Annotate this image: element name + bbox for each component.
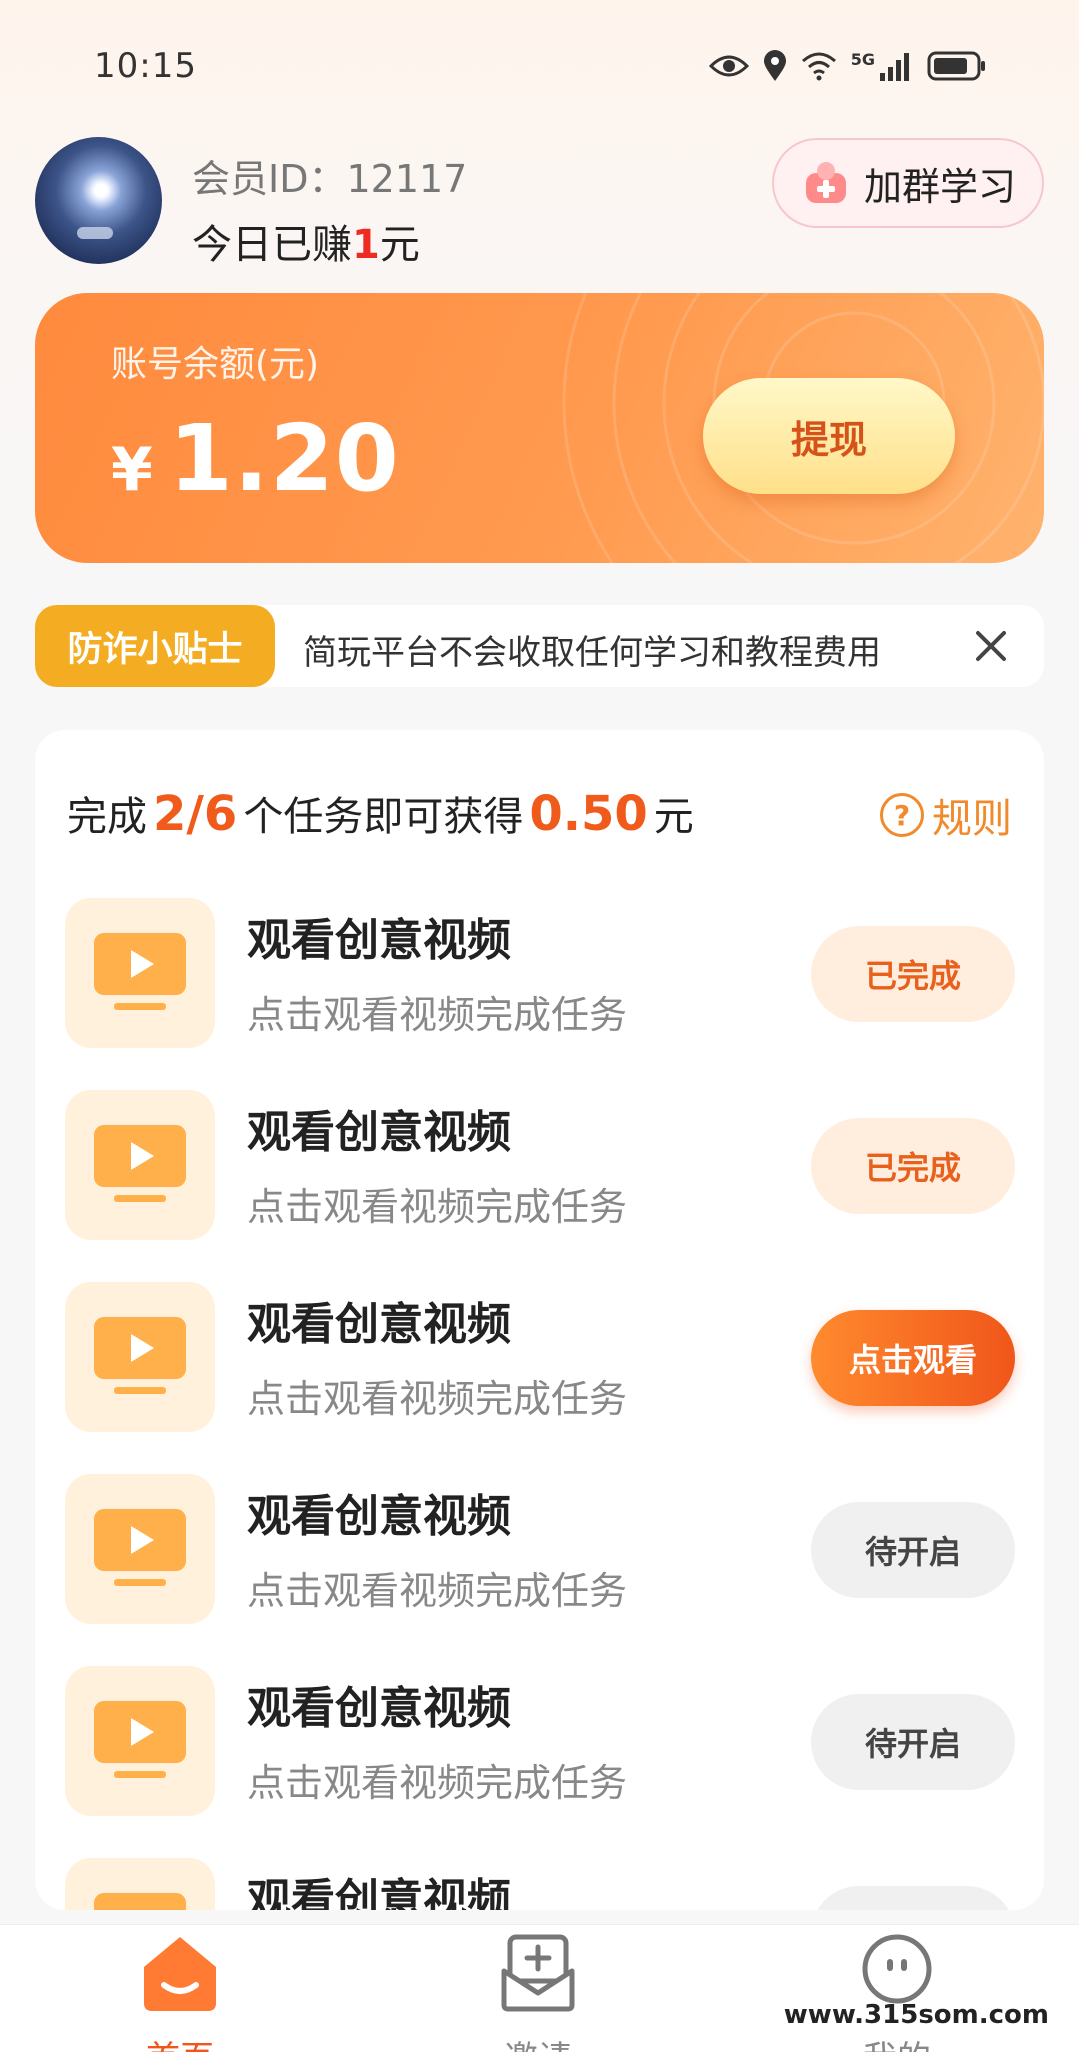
task-desc: 点击观看视频完成任务 [247, 1761, 628, 1805]
tip-tag: 防诈小贴士 [35, 605, 275, 687]
video-icon [65, 898, 215, 1048]
nav-item-home[interactable]: 首页 [80, 1933, 280, 2052]
nav-item-mine[interactable]: 我的 [797, 1933, 997, 2052]
task-desc: 点击观看视频完成任务 [247, 1569, 628, 1613]
balance-card: 账号余额(元) ¥ 1.20 提现 [35, 293, 1044, 563]
balance-label: 账号余额(元) [111, 344, 320, 385]
rules-label: 规则 [932, 796, 1012, 842]
task-title: 观看创意视频 [247, 1491, 511, 1542]
close-icon[interactable] [972, 627, 1010, 665]
task-reward: 0.50 [529, 786, 648, 842]
video-icon [65, 1090, 215, 1240]
member-id: 会员ID：12117 [192, 157, 468, 201]
video-icon [65, 1858, 215, 1910]
anti-fraud-tip: 防诈小贴士 简玩平台不会收取任何学习和教程费用 [35, 605, 1044, 687]
video-icon [65, 1666, 215, 1816]
nav-label-invite: 邀请 [438, 2031, 638, 2052]
task-desc: 点击观看视频完成任务 [247, 993, 628, 1037]
task-row: 观看创意视频 点击观看视频完成任务 待开启 [65, 1474, 1015, 1624]
task-desc: 点击观看视频完成任务 [247, 1185, 628, 1229]
task-row: 观看创意视频 点击观看视频完成任务 点击观看 [65, 1282, 1015, 1432]
cellular-signal-icon [879, 51, 913, 81]
join-group-label: 加群学习 [864, 164, 1017, 209]
invite-icon [500, 1933, 576, 2017]
rules-button[interactable]: ? 规则 [880, 786, 1012, 844]
task-title: 观看创意视频 [247, 1107, 511, 1158]
task-status-button[interactable]: 待开启 [811, 1694, 1015, 1790]
battery-icon [927, 51, 987, 81]
task-title: 观看创意视频 [247, 1875, 511, 1910]
withdraw-button[interactable]: 提现 [703, 378, 955, 494]
task-title: 观看创意视频 [247, 1299, 511, 1350]
wifi-icon [801, 51, 837, 81]
task-progress: 2/6 [153, 786, 238, 842]
home-icon [138, 1933, 222, 2017]
task-row: 观看创意视频 点击观看视频完成任务 已完成 [65, 898, 1015, 1048]
watch-button[interactable]: 点击观看 [811, 1310, 1015, 1406]
currency-symbol: ¥ [111, 435, 153, 505]
nav-item-invite[interactable]: 邀请 [438, 1933, 638, 2052]
task-status-button[interactable] [811, 1886, 1015, 1910]
watermark: www.315som.com [783, 2000, 1049, 2030]
clock: 10:15 [94, 46, 197, 86]
task-title: 观看创意视频 [247, 915, 511, 966]
tip-text: 简玩平台不会收取任何学习和教程费用 [303, 633, 881, 673]
join-group-button[interactable]: 加群学习 [772, 138, 1044, 228]
task-status-button[interactable]: 已完成 [811, 1118, 1015, 1214]
eye-icon [708, 52, 749, 80]
network-label: 5G [850, 49, 875, 69]
question-icon: ? [880, 793, 924, 837]
status-icons: 5G [708, 46, 987, 86]
task-status-button[interactable]: 待开启 [811, 1502, 1015, 1598]
nav-label-home: 首页 [80, 2031, 280, 2052]
location-icon [763, 50, 787, 82]
today-earned: 今日已赚1元 [192, 222, 420, 268]
video-icon [65, 1474, 215, 1624]
task-desc: 点击观看视频完成任务 [247, 1377, 628, 1421]
task-row: 观看创意视频 点击观看视频完成任务 待开启 [65, 1666, 1015, 1816]
status-bar: 10:15 5G [0, 0, 1079, 130]
video-icon [65, 1282, 215, 1432]
today-earned-amount: 1 [352, 222, 380, 268]
task-status-button[interactable]: 已完成 [811, 926, 1015, 1022]
bottom-nav: 首页 邀请 我的 [0, 1924, 1079, 2052]
nav-label-mine: 我的 [797, 2031, 997, 2052]
task-row: 观看创意视频 [65, 1858, 1015, 1910]
task-row: 观看创意视频 点击观看视频完成任务 已完成 [65, 1090, 1015, 1240]
task-title: 观看创意视频 [247, 1683, 511, 1734]
task-panel: 完成 2/6 个任务即可获得 0.50 元 ? 规则 观看创意视频 点击观看视频… [35, 730, 1044, 1910]
task-summary: 完成 2/6 个任务即可获得 0.50 元 [67, 786, 694, 842]
avatar[interactable] [35, 137, 162, 264]
balance-value: ¥ 1.20 [111, 405, 400, 512]
group-plus-icon [802, 159, 850, 207]
balance-amount: 1.20 [168, 405, 400, 512]
